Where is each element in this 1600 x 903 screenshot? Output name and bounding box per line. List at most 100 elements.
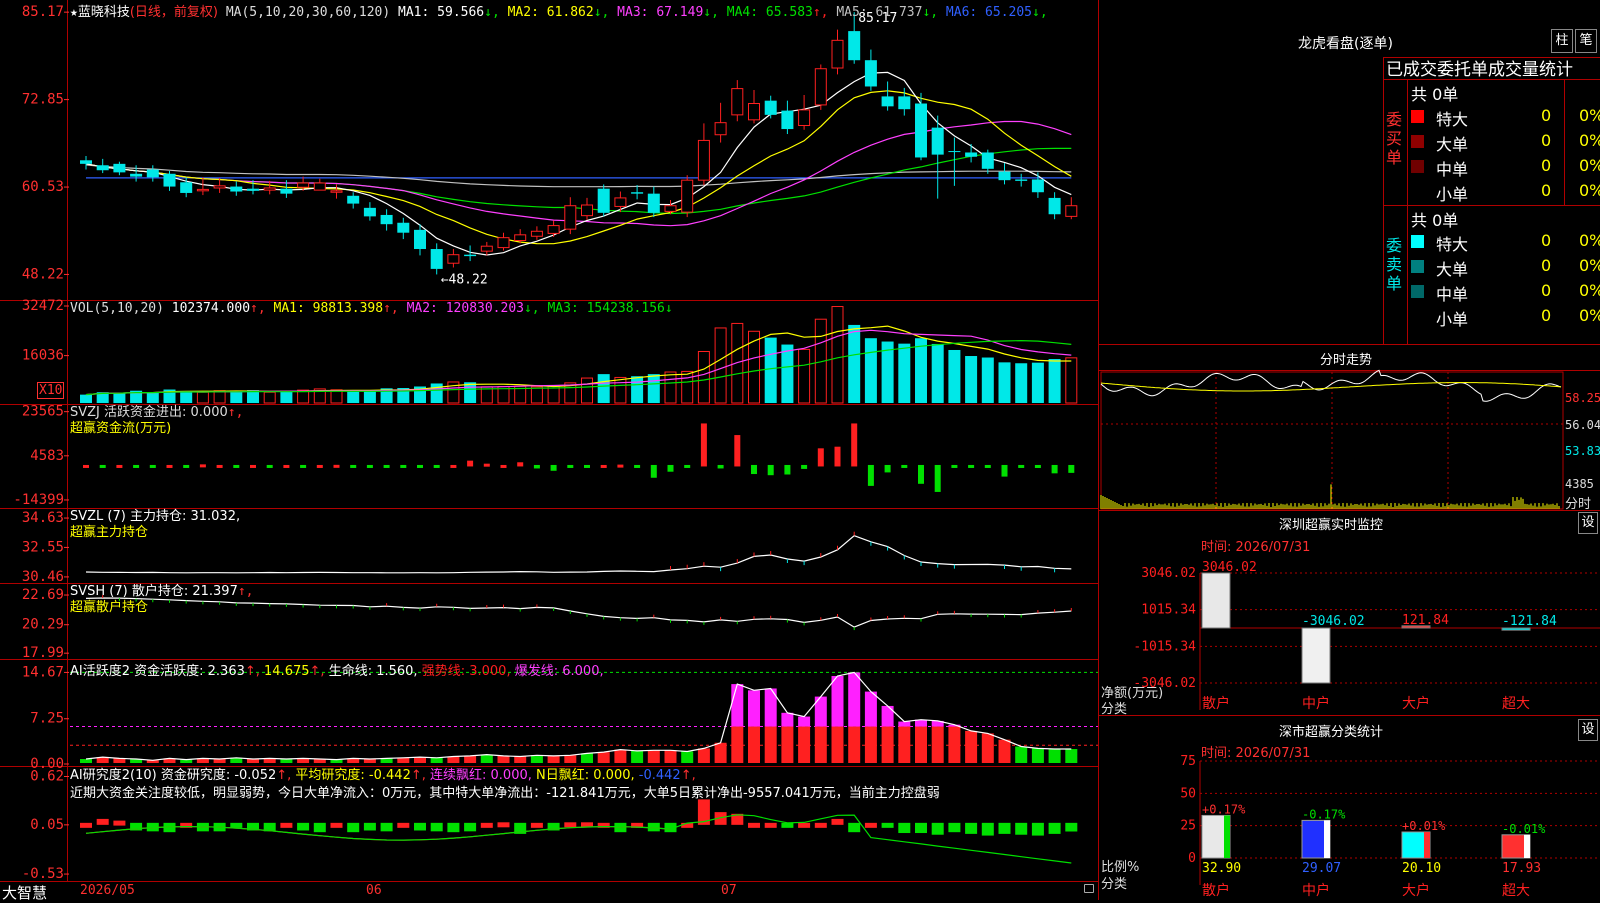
candle-down bbox=[430, 249, 443, 269]
volume-bar bbox=[898, 343, 911, 403]
flow-bar bbox=[149, 464, 156, 468]
x-label-may: 2026/05 bbox=[80, 883, 135, 898]
order-type-label: 大单 bbox=[1436, 135, 1469, 154]
flow-bar bbox=[684, 464, 691, 468]
order-percent: 0% bbox=[1579, 306, 1600, 325]
chart-mode[interactable]: (日线，前复权) bbox=[130, 5, 218, 20]
volume-bar bbox=[280, 391, 293, 403]
candle-down bbox=[848, 31, 861, 61]
volume-bar bbox=[781, 344, 794, 403]
activity-bar bbox=[363, 759, 376, 763]
activity-bar bbox=[898, 726, 911, 763]
volume-bar bbox=[363, 391, 376, 403]
candle-down bbox=[464, 254, 477, 257]
candle-up bbox=[831, 39, 844, 69]
classify-category: 大户 bbox=[1402, 882, 1430, 899]
classify-y-tick: 0 bbox=[1188, 851, 1196, 866]
volume-bar bbox=[848, 324, 861, 403]
vol-title: VOL(5,10,20) bbox=[70, 301, 164, 316]
svzl-legend: SVZL (7) 主力持仓: 31.032, 超赢主力持仓 bbox=[70, 509, 240, 541]
intraday-y-mid: 56.04 bbox=[1565, 418, 1600, 432]
ma-arrow-3: ↓, bbox=[703, 5, 719, 20]
research-bar bbox=[647, 822, 660, 832]
ma1-line bbox=[85, 71, 1072, 256]
main-chart-canvas[interactable]: 85.1772.8560.5348.2285.17←48.22 32472160… bbox=[0, 0, 1600, 900]
favorite-star-icon[interactable]: ★ bbox=[70, 5, 78, 20]
monitor-settings-button[interactable]: 设 bbox=[1578, 512, 1598, 534]
candle-down bbox=[864, 60, 877, 87]
ai-active-title: AI活跃度2 资金活跃度: 2.363 bbox=[70, 664, 245, 679]
ma-label: MA(5,10,20,30,60,120) bbox=[225, 5, 391, 20]
ai-research-v5: -0.442 bbox=[638, 768, 681, 783]
ma-arrow-2: ↓, bbox=[593, 5, 610, 20]
activity-bar bbox=[581, 753, 593, 763]
monitor-value: -121.84 bbox=[1502, 614, 1557, 629]
candle-up bbox=[313, 182, 326, 191]
activity-bar bbox=[998, 739, 1011, 763]
flow-bar bbox=[867, 464, 874, 486]
monitor-y-tick: 1015.34 bbox=[1141, 603, 1196, 618]
research-bar bbox=[347, 822, 360, 833]
flow-bar bbox=[784, 464, 791, 475]
volume-bar bbox=[347, 391, 360, 403]
flow-bar bbox=[968, 464, 975, 468]
monitor-category: 散户 bbox=[1202, 695, 1230, 712]
intraday-x-label: 分时 bbox=[1565, 497, 1592, 512]
activity-bar bbox=[781, 726, 794, 763]
flow-bar bbox=[366, 464, 373, 468]
monitor-value: 3046.02 bbox=[1202, 560, 1257, 575]
research-bar bbox=[430, 822, 443, 832]
y-tick-label: 30.46 bbox=[22, 569, 64, 585]
activity-bar-burst bbox=[864, 691, 877, 727]
candle-up bbox=[748, 103, 760, 121]
flow-bar bbox=[383, 464, 390, 468]
y-tick-label: 22.69 bbox=[22, 587, 64, 603]
candle-up bbox=[1065, 205, 1078, 217]
y-tick-label: 7.25 bbox=[30, 711, 64, 727]
order-count: 0 bbox=[1541, 106, 1552, 125]
classify-value: 29.07 bbox=[1302, 861, 1341, 876]
order-percent: 0% bbox=[1579, 156, 1600, 175]
volume-bar bbox=[631, 376, 644, 403]
bar-mode-button[interactable]: 柱 bbox=[1551, 29, 1573, 53]
tick-mode-button[interactable]: 笔 bbox=[1575, 29, 1597, 53]
y-tick-label: 16036 bbox=[22, 348, 64, 364]
lock-icon[interactable] bbox=[1084, 884, 1094, 893]
intraday-title: 分时走势 bbox=[1320, 353, 1373, 368]
classify-bar-change bbox=[1424, 832, 1430, 858]
sell-total: 共 0单 bbox=[1411, 211, 1459, 230]
flow-bar bbox=[1068, 464, 1075, 473]
research-bar bbox=[965, 822, 978, 834]
buy-label: 委买单 bbox=[1386, 110, 1403, 167]
classify-settings-button[interactable]: 设 bbox=[1578, 719, 1598, 741]
monitor-time: 时间: 2026/07/31 bbox=[1201, 540, 1311, 555]
dragon-tabs[interactable]: 已成交委托单成交量统计 bbox=[1386, 55, 1600, 80]
flow-bar bbox=[533, 464, 540, 469]
ma-arrow-6: ↓, bbox=[1032, 5, 1048, 20]
flow-bar bbox=[951, 464, 958, 468]
candle-down bbox=[597, 188, 610, 213]
classify-category: 散户 bbox=[1202, 882, 1230, 899]
research-bar bbox=[480, 822, 493, 828]
svzl-title: SVZL (7) 主力持仓: 31.032, bbox=[70, 509, 241, 524]
research-bar bbox=[1048, 822, 1061, 834]
candle-down bbox=[1031, 179, 1044, 193]
flow-bar bbox=[650, 464, 657, 478]
research-bar bbox=[330, 822, 343, 828]
ai-active-v3: 生命线: 1.560, bbox=[328, 664, 418, 679]
order-color-swatch bbox=[1411, 135, 1424, 148]
classify-y-tick: 75 bbox=[1180, 754, 1196, 769]
candle-down bbox=[230, 186, 243, 192]
order-type-label: 中单 bbox=[1436, 160, 1469, 179]
volume-bar bbox=[647, 374, 660, 403]
volume-bar bbox=[1048, 359, 1061, 403]
svzl-line bbox=[85, 535, 1072, 574]
order-percent: 0% bbox=[1579, 131, 1600, 150]
activity-bar bbox=[213, 759, 226, 763]
research-bar bbox=[414, 822, 426, 831]
order-color-swatch bbox=[1411, 260, 1424, 273]
y-tick-label: 0.62 bbox=[30, 768, 64, 784]
vol-value: 102374.000 bbox=[171, 301, 251, 316]
flow-bar bbox=[767, 464, 774, 476]
research-bar bbox=[280, 822, 293, 828]
